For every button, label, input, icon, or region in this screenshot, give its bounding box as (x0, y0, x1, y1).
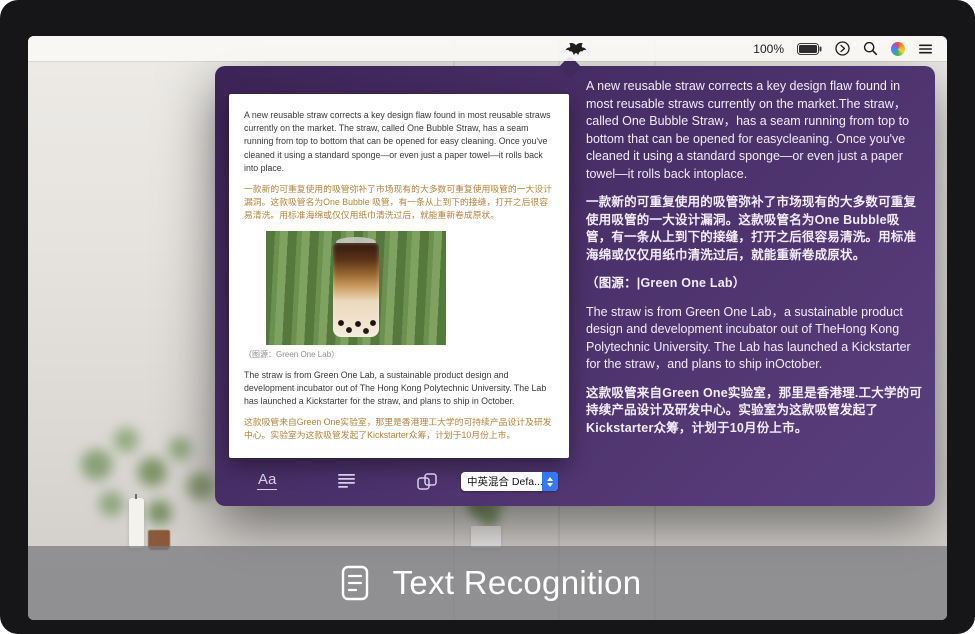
bat-icon (565, 42, 587, 57)
device-frame: 100% (0, 0, 975, 634)
recognized-chinese-paragraph: 一款新的可重复使用的吸管弥补了市场现有的大多数可重复使用吸管的一大设计漏洞。这款… (586, 194, 923, 264)
ocr-popover-window: A new reusable straw corrects a key desi… (215, 66, 935, 506)
planter-decoration (471, 526, 501, 548)
text-recognition-icon (334, 562, 376, 604)
shortcuts-icon[interactable] (835, 41, 850, 56)
battery-icon (797, 43, 822, 55)
list-lines-icon (337, 473, 356, 488)
bubble-tea-glass (333, 243, 379, 337)
feature-caption-bar: Text Recognition (28, 546, 947, 620)
recognized-caption-line: （图源：|Green One Lab） (586, 275, 923, 293)
language-mode-value: 中英混合 Defa... (461, 474, 542, 489)
doc-english-paragraph: A new reusable straw corrects a key desi… (244, 109, 554, 175)
recognized-english-paragraph: The straw is from Green One Lab，a sustai… (586, 304, 923, 374)
app-menubar-bat-icon[interactable] (564, 40, 588, 58)
menu-list-icon[interactable] (918, 43, 933, 55)
candle-decoration (129, 498, 144, 548)
input-source-icon[interactable] (891, 42, 905, 56)
doc-english-paragraph: The straw is from Green One Lab, a susta… (244, 369, 554, 409)
desktop: 100% (28, 36, 947, 620)
recognized-text-panel: A new reusable straw corrects a key desi… (586, 78, 923, 448)
menu-bar: 100% (28, 36, 947, 61)
doc-chinese-paragraph: 一款新的可重复使用的吸管弥补了市场现有的大多数可重复使用吸管的一大设计漏洞。这款… (244, 183, 554, 223)
language-mode-dropdown[interactable]: 中英混合 Defa... (461, 472, 558, 491)
search-icon[interactable] (863, 41, 878, 56)
recognized-chinese-paragraph: 这款吸管来自Green One实验室，那里是香港理.工大学的可持续产品设计及研发… (586, 385, 923, 438)
bubble-tea-photo (266, 231, 446, 345)
dropdown-stepper-icon[interactable] (542, 472, 558, 491)
list-view-button[interactable] (337, 473, 356, 493)
font-size-button[interactable]: Aa (257, 471, 277, 490)
recognized-english-paragraph: A new reusable straw corrects a key desi… (586, 78, 923, 183)
doc-image-caption: （图源：Green One Lab） (244, 349, 554, 361)
captured-document-preview: A new reusable straw corrects a key desi… (229, 94, 569, 458)
feature-caption-title: Text Recognition (393, 564, 642, 602)
translate-button[interactable] (417, 473, 437, 495)
doc-chinese-paragraph: 这款吸管来自Green One实验室，那里是香港理工大学的可持续产品设计及研发中… (244, 416, 554, 442)
translate-pages-icon (417, 473, 437, 490)
popover-toolbar: Aa 中英混合 Defa... (215, 470, 585, 498)
battery-percent-label: 100% (753, 42, 784, 56)
